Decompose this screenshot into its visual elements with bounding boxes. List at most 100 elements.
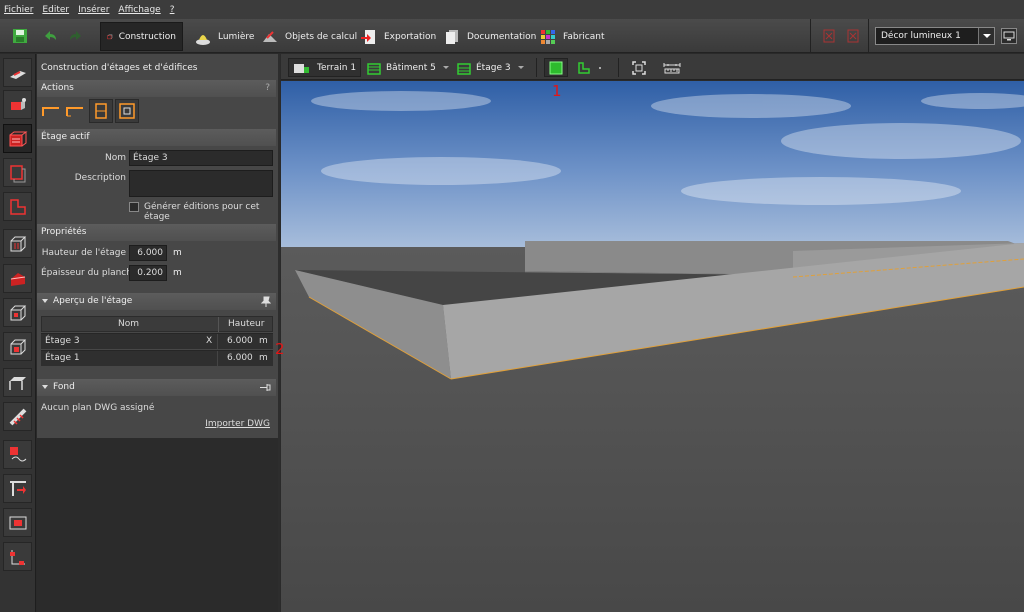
main-toolbar: Construction Lumière Objets de calcul Ex…: [0, 19, 1024, 53]
tab-construction[interactable]: Construction: [100, 22, 183, 51]
tab-objets-calcul[interactable]: Objets de calcul: [255, 22, 363, 51]
terrain-selector[interactable]: Terrain 1: [288, 58, 362, 77]
wall-tool-button[interactable]: [3, 158, 32, 187]
roof-tool-button[interactable]: [3, 264, 32, 293]
pin-side-icon[interactable]: [259, 383, 271, 392]
object-icon: [10, 339, 27, 355]
floor-label: Étage 3: [476, 62, 511, 73]
undo-icon[interactable]: [42, 28, 58, 44]
object-tool-button[interactable]: [3, 332, 32, 361]
floor-overview-title: Aperçu de l'étage: [53, 296, 133, 306]
ceiling-tool-button[interactable]: [3, 368, 32, 397]
fit-view-button[interactable]: [628, 58, 650, 77]
slab-thickness-input[interactable]: 0.200: [129, 265, 167, 281]
collapse-arrow-icon[interactable]: [42, 385, 48, 389]
section-icon: [10, 481, 26, 496]
floor-below-icon: [66, 107, 83, 117]
export-icon: [361, 29, 375, 44]
save-icon[interactable]: [12, 28, 28, 44]
ceiling-icon: [9, 377, 26, 390]
outline-view-button[interactable]: [573, 58, 605, 77]
scene-select-value: Décor lumineux 1: [881, 31, 961, 41]
view-close-icon[interactable]: [823, 29, 835, 43]
scene-canvas[interactable]: [281, 81, 1024, 612]
opening-icon: [10, 305, 27, 321]
redo-icon[interactable]: [68, 28, 84, 44]
floor-above-icon: [42, 107, 59, 116]
add-floor-below-button[interactable]: [64, 100, 86, 122]
scene-select[interactable]: Décor lumineux 1: [875, 27, 995, 45]
background-header[interactable]: Fond: [37, 379, 276, 396]
menu-editer[interactable]: Editer: [42, 5, 69, 15]
floor-stack-button[interactable]: [89, 99, 113, 123]
3d-viewport[interactable]: [281, 81, 1024, 612]
delete-icon[interactable]: [847, 29, 859, 43]
overview-table-header: Nom Hauteur: [41, 316, 273, 332]
background-title: Fond: [53, 382, 75, 392]
background-section: Aucun plan DWG assigné Importer DWG: [37, 396, 276, 436]
chevron-down-icon[interactable]: [978, 28, 994, 44]
menu-help[interactable]: ?: [170, 5, 175, 15]
chevron-down-icon[interactable]: [442, 66, 449, 69]
dropdown-dot-icon[interactable]: [599, 66, 601, 69]
viewport-icon: [9, 516, 27, 530]
room-tool-button[interactable]: [3, 192, 32, 221]
measure-button[interactable]: [659, 58, 685, 77]
label-tool-button[interactable]: [3, 440, 32, 469]
active-floor-header: Étage actif: [37, 129, 276, 146]
menu-inserer[interactable]: Insérer: [78, 5, 109, 15]
floor-height-input[interactable]: 6.000: [129, 245, 167, 261]
tab-documentation[interactable]: Documentation: [437, 22, 542, 51]
calc-objects-icon: [263, 30, 277, 42]
tab-fabricant[interactable]: Fabricant: [533, 22, 610, 51]
room-icon: [10, 199, 26, 215]
viewport-tool-button[interactable]: [3, 508, 32, 537]
building-label: Bâtiment 5: [386, 62, 436, 73]
floor-selector[interactable]: Étage 3: [453, 58, 528, 77]
building-icon: [11, 98, 26, 110]
opening-tool-button[interactable]: [3, 298, 32, 327]
outline-l-icon: [578, 61, 590, 74]
floor-name-input[interactable]: Étage 3: [129, 150, 273, 166]
view-toolbar: Terrain 1 Bâtiment 5 Étage 3: [281, 54, 1024, 80]
ruler-icon: [663, 62, 681, 73]
cube-tool-button[interactable]: [3, 229, 32, 258]
add-floor-above-button[interactable]: [40, 100, 62, 122]
tool-sidebar: [0, 54, 36, 612]
tab-lumiere[interactable]: Lumière: [188, 22, 260, 51]
import-dwg-link[interactable]: Importer DWG: [205, 419, 270, 429]
solid-view-button[interactable]: [544, 58, 568, 77]
stairs-tool-button[interactable]: [3, 402, 32, 431]
section-tool-button[interactable]: [3, 474, 32, 503]
building-selector[interactable]: Bâtiment 5: [363, 58, 453, 77]
menu-affichage[interactable]: Affichage: [118, 5, 160, 15]
tab-label: Fabricant: [563, 31, 605, 42]
floor-overview-header[interactable]: Aperçu de l'étage: [37, 293, 276, 310]
solid-cube-icon: [549, 61, 563, 74]
monitor-icon[interactable]: [1001, 28, 1017, 44]
terrain-icon: [10, 71, 26, 79]
building-tool-button[interactable]: [3, 90, 32, 119]
table-row[interactable]: Étage 3 X 6.000 m: [41, 333, 273, 349]
toolbar-divider: [536, 58, 537, 77]
tab-exportation[interactable]: Exportation: [354, 22, 442, 51]
row-unit: m: [259, 336, 268, 346]
menu-fichier[interactable]: Fichier: [4, 5, 33, 15]
floor-overview-section: Nom Hauteur Étage 3 X 6.000 m Étage 1 6.…: [37, 310, 276, 374]
toolbar-divider: [618, 58, 619, 77]
description-input[interactable]: [129, 170, 273, 197]
menu-bar: Fichier Editer Insérer Affichage ?: [0, 0, 1024, 19]
generate-editions-checkbox[interactable]: [129, 202, 139, 212]
terrain-tool-button[interactable]: [3, 58, 32, 87]
dimension-tool-button[interactable]: [3, 542, 32, 571]
collapse-arrow-icon[interactable]: [42, 299, 48, 303]
pin-icon[interactable]: [261, 296, 271, 307]
table-row[interactable]: Étage 1 6.000 m: [41, 350, 273, 366]
floor-tool-button[interactable]: [3, 124, 32, 153]
floor-copy-button[interactable]: [115, 99, 139, 123]
slab-thickness-unit: m: [173, 268, 182, 278]
chevron-down-icon[interactable]: [517, 66, 524, 69]
floor-green-icon: [457, 62, 471, 75]
help-icon[interactable]: ?: [265, 80, 270, 97]
roof-icon: [10, 273, 26, 286]
